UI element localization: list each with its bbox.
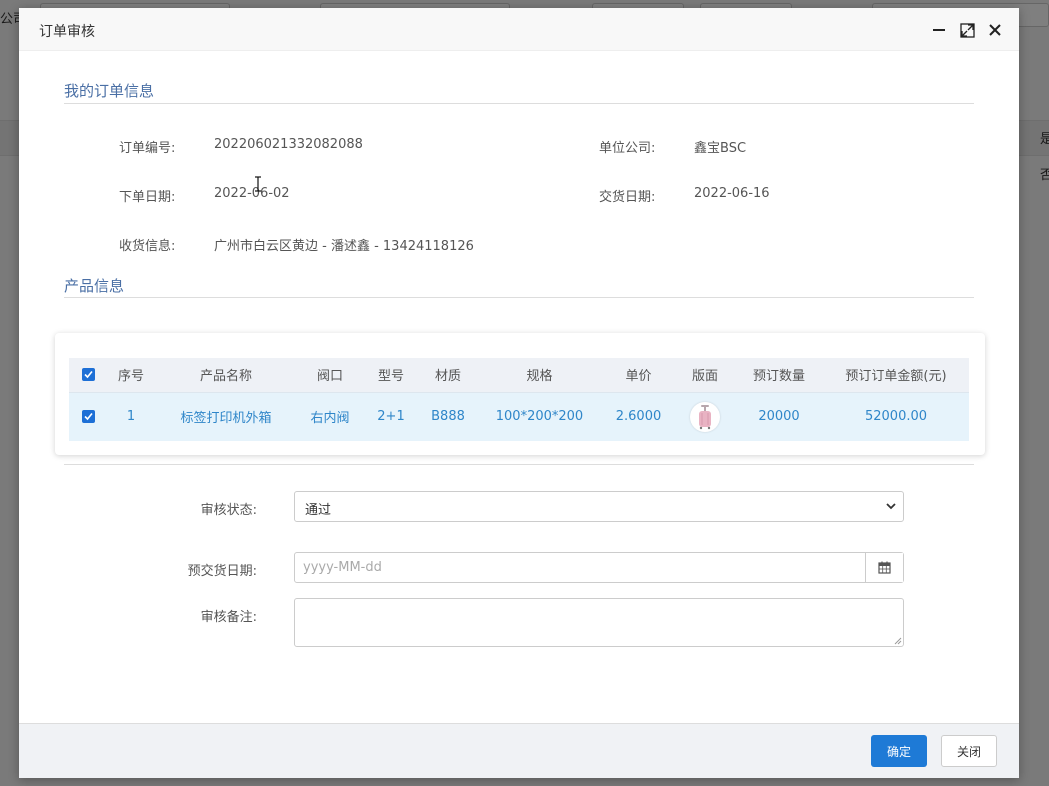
checkbox-checked-icon[interactable] <box>81 410 95 424</box>
product-table: 序号 产品名称 阀口 型号 材质 规格 单价 版面 预订数量 预订订单金额(元) <box>69 358 969 441</box>
col-valve: 阀口 <box>297 358 363 392</box>
cell-valve: 右内阀 <box>297 391 363 441</box>
col-model: 型号 <box>363 358 419 392</box>
product-info-title: 产品信息 <box>64 277 125 295</box>
status-label: 审核状态: <box>200 503 257 518</box>
shipping-label: 收货信息: <box>119 239 176 254</box>
pre-delivery-date-input[interactable] <box>295 553 867 582</box>
col-name: 产品名称 <box>155 358 297 392</box>
dialog-controls <box>931 22 1003 38</box>
cell-material: B888 <box>419 391 477 441</box>
checkbox-checked-icon[interactable] <box>81 368 95 382</box>
col-index: 序号 <box>107 358 155 392</box>
form-divider <box>64 464 974 465</box>
cell-spec: 100*200*200 <box>477 391 602 441</box>
col-spec: 规格 <box>477 358 602 392</box>
cell-qty: 20000 <box>735 391 823 441</box>
status-selected-value: 通过 <box>305 503 332 518</box>
confirm-button[interactable]: 确定 <box>871 735 927 767</box>
product-table-card: 序号 产品名称 阀口 型号 材质 规格 单价 版面 预订数量 预订订单金额(元) <box>55 333 985 455</box>
section-divider <box>64 103 974 104</box>
cell-image[interactable] <box>675 391 735 441</box>
pre-delivery-label: 预交货日期: <box>187 564 257 579</box>
resize-grip-icon[interactable] <box>894 637 902 645</box>
col-price: 单价 <box>602 358 675 392</box>
dialog-title: 订单审核 <box>39 24 95 40</box>
dialog-header: 订单审核 <box>19 8 1019 51</box>
chevron-down-icon <box>885 500 897 516</box>
cell-amount: 52000.00 <box>823 391 969 441</box>
company-value: 鑫宝BSC <box>694 141 747 156</box>
select-all-checkbox[interactable] <box>69 358 107 392</box>
section-divider <box>64 297 974 298</box>
close-button[interactable]: 关闭 <box>941 735 997 767</box>
order-no-value: 202206021332082088 <box>214 137 363 152</box>
col-material: 材质 <box>419 358 477 392</box>
minimize-icon[interactable] <box>931 22 947 38</box>
row-checkbox[interactable] <box>69 391 107 441</box>
order-date-label: 下单日期: <box>119 190 176 205</box>
delivery-date-value: 2022-06-16 <box>694 186 770 201</box>
col-amount: 预订订单金额(元) <box>823 358 969 392</box>
order-review-dialog: 订单审核 我的订单信息 订单编号: 202206021332082088 单位公… <box>19 8 1019 778</box>
order-info-title: 我的订单信息 <box>64 82 155 100</box>
remark-label: 审核备注: <box>200 610 257 625</box>
col-image: 版面 <box>675 358 735 392</box>
pre-delivery-date-field <box>294 552 904 583</box>
status-select[interactable]: 通过 <box>294 491 904 522</box>
shipping-value: 广州市白云区黄边 - 潘述鑫 - 13424118126 <box>214 239 474 254</box>
order-date-value: 2022-06-02 <box>214 186 290 201</box>
company-label: 单位公司: <box>599 141 656 156</box>
calendar-button[interactable] <box>865 553 903 582</box>
table-header-row: 序号 产品名称 阀口 型号 材质 规格 单价 版面 预订数量 预订订单金额(元) <box>69 358 969 392</box>
luggage-thumbnail-icon[interactable] <box>690 401 720 432</box>
cell-model: 2+1 <box>363 391 419 441</box>
order-no-label: 订单编号: <box>119 141 176 156</box>
cell-price: 2.6000 <box>602 391 675 441</box>
calendar-icon <box>878 561 891 574</box>
table-row[interactable]: 1 标签打印机外箱 右内阀 2+1 B888 100*200*200 2.600… <box>69 391 969 441</box>
col-qty: 预订数量 <box>735 358 823 392</box>
cell-name[interactable]: 标签打印机外箱 <box>155 391 297 441</box>
cell-index: 1 <box>107 391 155 441</box>
maximize-icon[interactable] <box>959 22 975 38</box>
dialog-footer: 确定 关闭 <box>19 723 1019 778</box>
close-icon[interactable] <box>987 22 1003 38</box>
text-cursor-icon <box>255 176 261 192</box>
delivery-date-label: 交货日期: <box>599 190 656 205</box>
remark-textarea[interactable] <box>294 598 904 647</box>
